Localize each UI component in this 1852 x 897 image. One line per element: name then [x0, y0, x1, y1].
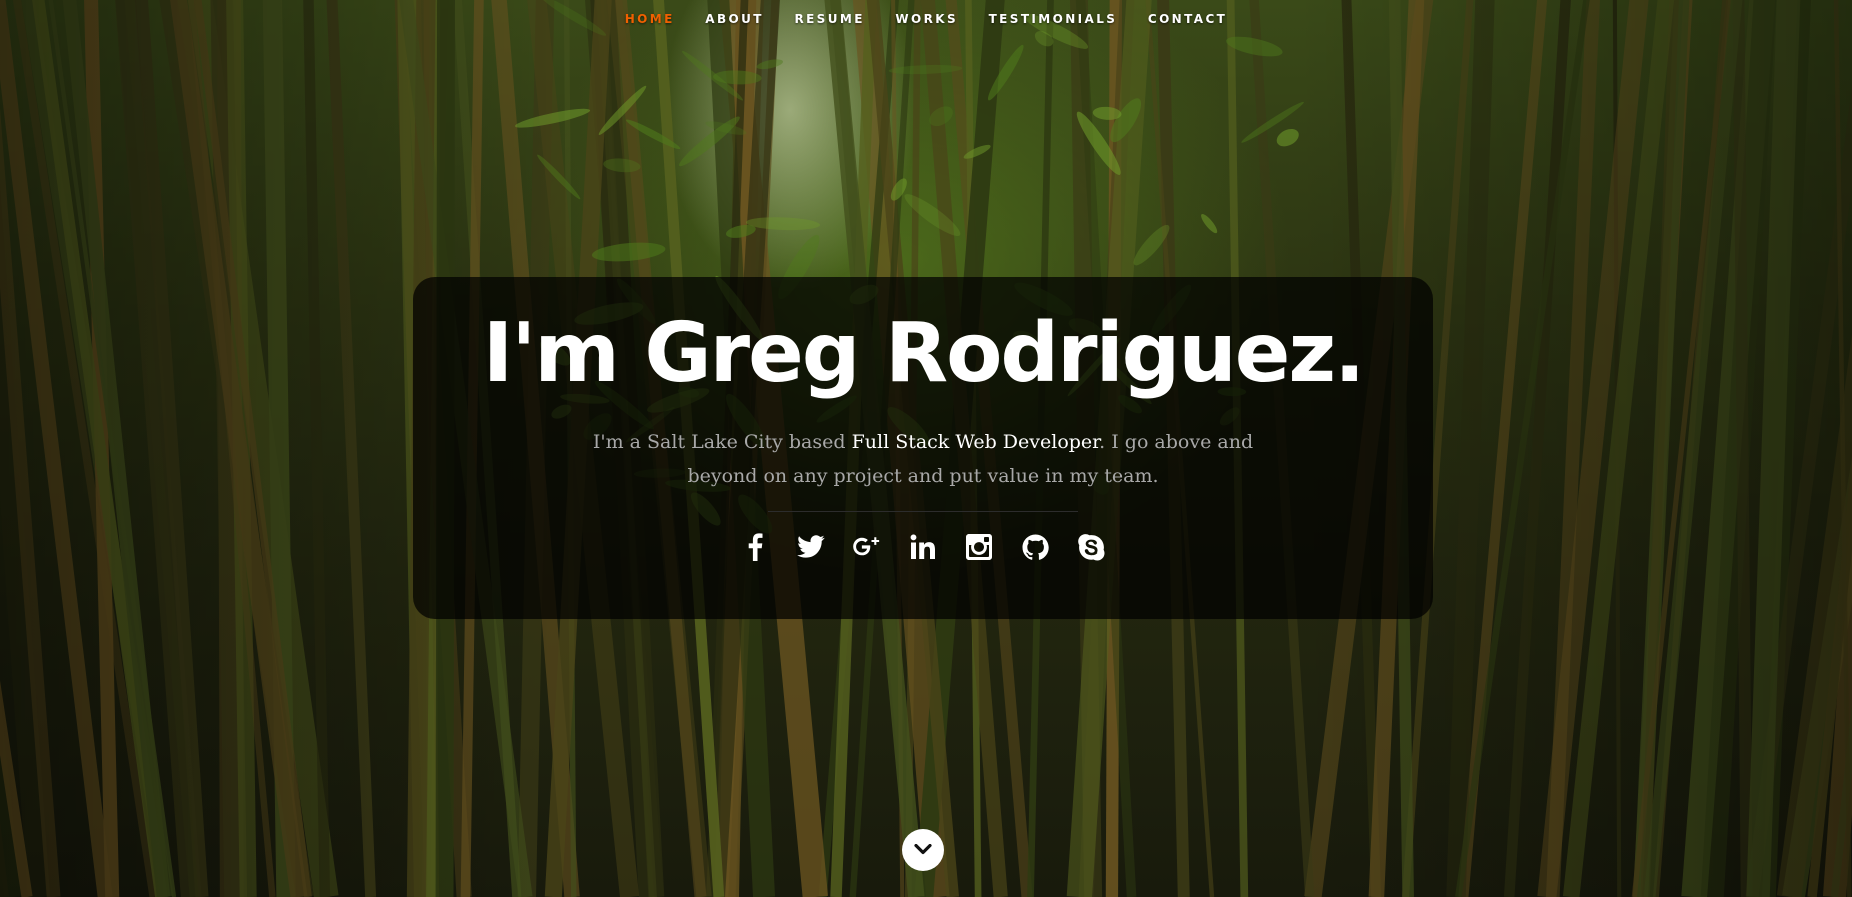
- linkedin-icon: [910, 534, 935, 559]
- intro-text: I'm a Salt Lake City based Full Stack We…: [563, 425, 1283, 493]
- skype-icon: [1077, 533, 1104, 560]
- skype-link[interactable]: [1077, 532, 1105, 562]
- nav-resume[interactable]: RESUME: [792, 10, 866, 28]
- github-icon: [1022, 534, 1049, 560]
- scroll-down-button[interactable]: [902, 829, 944, 871]
- banner-divider: [768, 511, 1078, 512]
- github-link[interactable]: [1021, 532, 1049, 562]
- linkedin-link[interactable]: [909, 532, 937, 562]
- twitter-link[interactable]: [797, 532, 825, 562]
- twitter-icon: [797, 535, 825, 558]
- google-plus-icon: [853, 537, 880, 556]
- instagram-link[interactable]: [965, 532, 993, 562]
- facebook-icon: [748, 533, 763, 561]
- intro-text-start: I'm a Salt Lake City based: [592, 431, 852, 453]
- intro-banner: I'm Greg Rodriguez. I'm a Salt Lake City…: [413, 277, 1433, 619]
- nav-contact[interactable]: CONTACT: [1146, 10, 1229, 28]
- chevron-down-icon: [914, 844, 932, 855]
- social-links: [413, 532, 1433, 562]
- instagram-icon: [966, 534, 992, 560]
- nav-works[interactable]: WORKS: [893, 10, 960, 28]
- google-plus-link[interactable]: [853, 532, 881, 562]
- hero-section: HOME ABOUT RESUME WORKS TESTIMONIALS CON…: [0, 0, 1852, 897]
- intro-highlight: Full Stack Web Developer: [851, 431, 1100, 453]
- nav-about[interactable]: ABOUT: [703, 10, 766, 28]
- main-nav: HOME ABOUT RESUME WORKS TESTIMONIALS CON…: [0, 10, 1852, 28]
- nav-home[interactable]: HOME: [623, 10, 677, 28]
- facebook-link[interactable]: [741, 532, 769, 562]
- headline: I'm Greg Rodriguez.: [482, 306, 1366, 401]
- nav-testimonials[interactable]: TESTIMONIALS: [987, 10, 1120, 28]
